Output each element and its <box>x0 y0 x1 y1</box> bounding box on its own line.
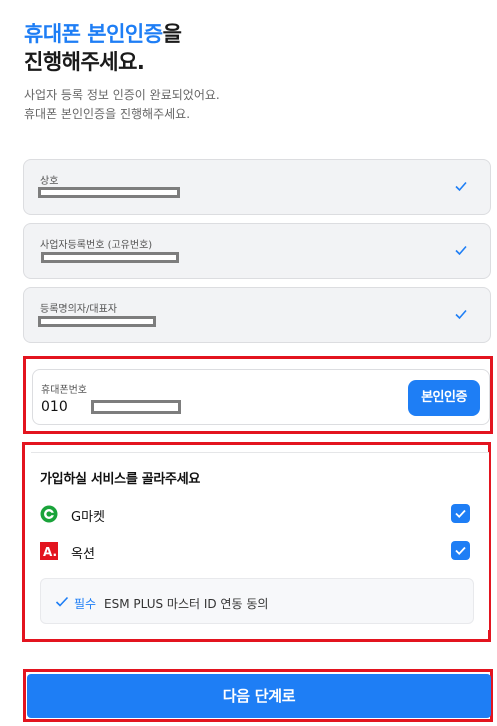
service-name-auction: 옥션 <box>71 547 95 562</box>
subtitle-line2: 휴대폰 본인인증을 진행해주세요. <box>24 107 191 121</box>
service-name-gmarket: G마켓 <box>71 510 105 525</box>
title-accent: 휴대폰 본인인증 <box>24 22 163 46</box>
check-icon <box>455 546 466 555</box>
required-tag: 필수 <box>74 597 97 611</box>
subtitle-line1: 사업자 등록 정보 인증이 완료되었어요. <box>24 88 220 102</box>
redacted-phone-value <box>91 400 181 414</box>
service-row-gmarket[interactable]: G마켓 <box>40 502 472 526</box>
representative-label: 등록명의자/대표자 <box>40 304 117 315</box>
next-step-button[interactable]: 다음 단계로 <box>27 674 491 718</box>
gmarket-checkbox[interactable] <box>451 504 470 523</box>
check-icon <box>455 309 467 320</box>
gmarket-logo-icon <box>40 505 58 523</box>
check-icon <box>455 245 467 256</box>
identity-verify-button[interactable]: 본인인증 <box>408 380 480 416</box>
phone-field[interactable]: 휴대폰번호 010 본인인증 <box>32 369 490 425</box>
redacted-value <box>41 252 179 263</box>
business-name-label: 상호 <box>40 176 59 187</box>
page-subtitle: 사업자 등록 정보 인증이 완료되었어요. 휴대폰 본인인증을 진행해주세요. <box>24 86 220 124</box>
check-icon <box>455 181 467 192</box>
auction-logo-icon: A. <box>40 542 58 560</box>
business-name-field: 상호 <box>23 159 491 215</box>
representative-field: 등록명의자/대표자 <box>23 287 491 343</box>
consent-text: ESM PLUS 마스터 ID 연동 동의 <box>104 597 269 611</box>
redacted-value <box>38 187 180 198</box>
svg-text:A.: A. <box>43 545 57 559</box>
title-line2: 진행해주세요. <box>24 50 145 74</box>
esm-consent-row[interactable]: 필수 ESM PLUS 마스터 ID 연동 동의 <box>40 578 474 624</box>
check-icon <box>55 596 69 607</box>
auction-checkbox[interactable] <box>451 541 470 560</box>
phone-value-prefix: 010 <box>41 399 68 415</box>
page-title: 휴대폰 본인인증을 진행해주세요. <box>24 20 182 76</box>
service-row-auction[interactable]: A. 옥션 <box>40 539 472 563</box>
services-heading: 가입하실 서비스를 골라주세요 <box>40 472 201 487</box>
title-suffix: 을 <box>162 22 182 46</box>
phone-label: 휴대폰번호 <box>41 385 87 396</box>
check-icon <box>455 509 466 518</box>
redacted-value <box>38 316 156 327</box>
business-registration-number-label: 사업자등록번호 (고유번호) <box>40 240 153 251</box>
business-registration-number-field: 사업자등록번호 (고유번호) <box>23 223 491 279</box>
